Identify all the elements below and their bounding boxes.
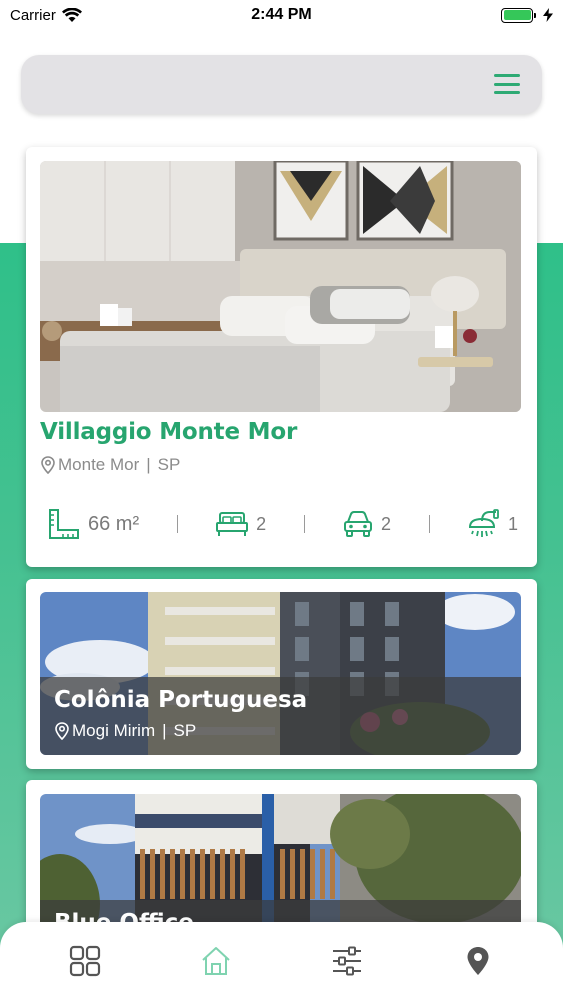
bottom-nav (0, 922, 563, 1000)
search-bar[interactable] (21, 55, 542, 114)
listing-state: SP (157, 455, 181, 474)
status-bar: Carrier 2:44 PM (0, 0, 563, 30)
listing-city: Monte Mor (58, 455, 140, 474)
spec-area: 66 m² (48, 508, 139, 540)
spec-parking-value: 2 (381, 513, 392, 534)
spec-bedrooms-value: 2 (256, 513, 267, 534)
nav-home[interactable] (186, 931, 246, 991)
listing-specs: 66 m² 2 2 1 (48, 502, 518, 546)
spec-bedrooms: 2 (216, 511, 266, 537)
listing-location: Mogi Mirim | SP (54, 721, 507, 741)
map-pin-icon (467, 947, 489, 975)
listing-title[interactable]: Villaggio Monte Mor (40, 419, 297, 445)
car-icon (344, 511, 373, 537)
spec-bathrooms: 1 (468, 509, 518, 539)
battery-icon (501, 7, 536, 23)
nav-filters[interactable] (317, 931, 377, 991)
location-separator: | (162, 721, 167, 740)
listing-photo-bedroom[interactable] (40, 161, 521, 412)
listing-title[interactable]: Colônia Portuguesa (54, 687, 507, 713)
location-separator: | (146, 455, 151, 474)
listing-card[interactable]: Villaggio Monte Mor Monte Mor | SP 66 m² (26, 147, 537, 567)
spec-separator (177, 515, 179, 533)
status-right (501, 7, 553, 23)
status-time: 2:44 PM (251, 6, 312, 23)
bedroom-image (40, 161, 521, 412)
bed-icon (216, 512, 249, 536)
nav-grid[interactable] (55, 931, 115, 991)
home-icon (202, 947, 230, 975)
sliders-icon (332, 946, 361, 976)
menu-line (494, 74, 520, 77)
status-left: Carrier (10, 7, 82, 24)
grid-icon (70, 945, 101, 977)
carrier-label: Carrier (10, 6, 56, 24)
map-pin-icon (55, 722, 69, 740)
spec-parking: 2 (343, 510, 391, 538)
menu-line (494, 91, 520, 94)
listing-photo-building[interactable]: Colônia Portuguesa Mogi Mirim | SP (40, 592, 521, 755)
spec-bathrooms-value: 1 (507, 513, 518, 534)
listing-state: SP (173, 721, 197, 740)
map-pin-icon (41, 456, 55, 474)
ruler-area-icon (49, 509, 79, 539)
listing-card[interactable]: Colônia Portuguesa Mogi Mirim | SP (26, 579, 537, 769)
menu-line (494, 82, 520, 86)
spec-separator (429, 515, 430, 533)
hamburger-menu-icon[interactable] (494, 74, 520, 94)
battery-fill (503, 10, 531, 20)
listing-city: Mogi Mirim (72, 721, 156, 740)
nav-map[interactable] (448, 931, 508, 991)
spec-area-value: 66 m² (88, 512, 140, 535)
spec-separator (304, 515, 306, 533)
listing-overlay: Colônia Portuguesa Mogi Mirim | SP (40, 677, 521, 755)
charging-bolt-icon (543, 8, 553, 22)
wifi-icon (61, 7, 82, 22)
shower-icon (468, 509, 499, 537)
listing-location: Monte Mor | SP (40, 455, 180, 475)
